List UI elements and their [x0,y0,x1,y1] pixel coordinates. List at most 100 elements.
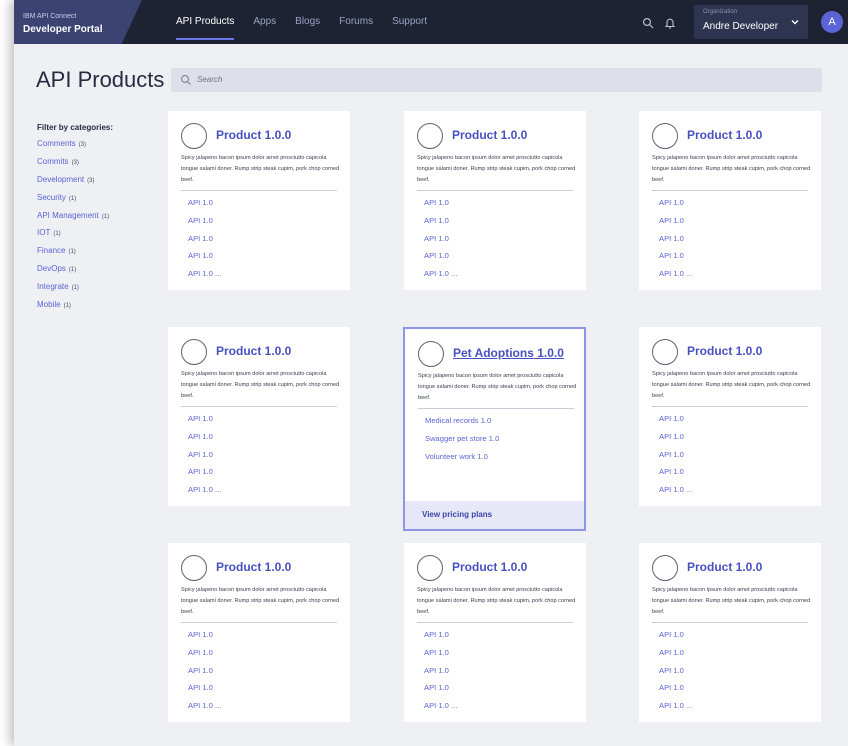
api-link[interactable]: API 1.0 [424,216,457,234]
api-link[interactable]: API 1.0 [188,648,221,666]
brand-logo[interactable]: IBM API Connect Developer Portal [14,0,142,44]
product-card[interactable]: Product 1.0.0 Spicy jalapeno bacon ipsum… [404,543,586,722]
product-card[interactable]: Product 1.0.0 Spicy jalapeno bacon ipsum… [639,543,821,722]
filter-item-development[interactable]: Development (3) [37,175,167,193]
api-link[interactable]: API 1.0 [188,683,221,701]
api-link[interactable]: API 1.0 [659,198,692,216]
filter-item-integrate[interactable]: Integrate (1) [37,282,167,300]
api-link-more[interactable]: API 1.0 ... [424,701,457,719]
filter-item-iot[interactable]: IOT (1) [37,228,167,246]
product-title[interactable]: Pet Adoptions 1.0.0 [453,346,564,360]
filter-item-api-management[interactable]: API Management (1) [37,211,167,229]
api-link-more[interactable]: API 1.0 ... [188,269,221,287]
api-link[interactable]: API 1.0 [424,666,457,684]
organization-selector[interactable]: Organization Andre Developer [694,5,808,39]
product-title[interactable]: Product 1.0.0 [216,560,291,574]
product-card-selected[interactable]: Pet Adoptions 1.0.0 Spicy jalapeno bacon… [403,327,586,531]
api-link[interactable]: API 1.0 [188,467,221,485]
api-link[interactable]: API 1.0 [659,630,692,648]
product-logo [181,555,207,581]
api-link[interactable]: API 1.0 [659,234,692,252]
api-link[interactable]: API 1.0 [659,666,692,684]
product-title[interactable]: Product 1.0.0 [687,128,762,142]
view-pricing-plans-button[interactable]: View pricing plans [405,501,584,529]
product-title[interactable]: Product 1.0.0 [687,344,762,358]
product-card[interactable]: Product 1.0.0 Spicy jalapeno bacon ipsum… [639,327,821,506]
filter-item-finance[interactable]: Finance (1) [37,246,167,264]
product-logo [652,123,678,149]
product-description: Spicy jalapeno bacon ipsum dolor amet pr… [181,371,340,399]
filter-item-security[interactable]: Security (1) [37,193,167,211]
filter-item-devops[interactable]: DevOps (1) [37,264,167,282]
filter-item-comments[interactable]: Comments (3) [37,139,167,157]
api-link-more[interactable]: API 1.0 ... [424,269,457,287]
api-link-more[interactable]: API 1.0 ... [659,701,692,719]
organization-label: Organization [703,9,738,15]
avatar[interactable]: A [821,11,843,33]
product-card[interactable]: Product 1.0.0 Spicy jalapeno bacon ipsum… [168,543,350,722]
product-description: Spicy jalapeno bacon ipsum dolor amet pr… [652,155,811,183]
api-link-more[interactable]: API 1.0 ... [659,269,692,287]
product-card[interactable]: Product 1.0.0 Spicy jalapeno bacon ipsum… [168,111,350,290]
api-link[interactable]: Medical records 1.0 [425,416,499,434]
api-link[interactable]: API 1.0 [424,198,457,216]
api-link[interactable]: API 1.0 [659,251,692,269]
product-card[interactable]: Product 1.0.0 Spicy jalapeno bacon ipsum… [404,111,586,290]
divider [181,406,337,407]
api-link[interactable]: API 1.0 [659,216,692,234]
filter-item-label: API Management [37,210,99,220]
api-link-more[interactable]: API 1.0 ... [188,485,221,503]
product-title[interactable]: Product 1.0.0 [452,128,527,142]
api-link[interactable]: API 1.0 [424,683,457,701]
api-link[interactable]: API 1.0 [188,251,221,269]
product-title[interactable]: Product 1.0.0 [216,128,291,142]
divider [181,190,337,191]
nav-blogs[interactable]: Blogs [295,0,320,44]
nav-support[interactable]: Support [392,0,427,44]
api-link[interactable]: API 1.0 [424,251,457,269]
divider [418,408,574,409]
api-link-more[interactable]: API 1.0 ... [659,485,692,503]
product-card[interactable]: Product 1.0.0 Spicy jalapeno bacon ipsum… [168,327,350,506]
api-link[interactable]: API 1.0 [659,648,692,666]
brand-title: Developer Portal [23,24,103,35]
product-title[interactable]: Product 1.0.0 [216,344,291,358]
api-link[interactable]: Volunteer work 1.0 [425,452,499,470]
api-link-more[interactable]: API 1.0 ... [188,701,221,719]
portal-window: IBM API Connect Developer Portal API Pro… [14,0,848,746]
api-link[interactable]: API 1.0 [659,450,692,468]
api-link[interactable]: API 1.0 [188,432,221,450]
nav-api-products[interactable]: API Products [176,0,235,44]
api-link[interactable]: API 1.0 [659,683,692,701]
api-link[interactable]: API 1.0 [188,414,221,432]
api-link[interactable]: API 1.0 [188,234,221,252]
filter-item-count: (1) [68,267,77,274]
search-input[interactable]: Search [171,68,822,92]
nav-forums[interactable]: Forums [339,0,373,44]
search-icon[interactable] [642,17,654,29]
organization-name: Andre Developer [703,21,779,32]
product-card[interactable]: Product 1.0.0 Spicy jalapeno bacon ipsum… [639,111,821,290]
nav-apps[interactable]: Apps [253,0,276,44]
product-title[interactable]: Product 1.0.0 [452,560,527,574]
api-list: API 1.0 API 1.0 API 1.0 API 1.0 API 1.0 … [188,630,221,719]
api-link[interactable]: API 1.0 [424,648,457,666]
filter-item-mobile[interactable]: Mobile (1) [37,300,167,318]
api-link[interactable]: API 1.0 [659,414,692,432]
category-filter: Filter by categories: Comments (3) Commit… [37,123,167,318]
api-link[interactable]: Swagger pet store 1.0 [425,434,499,452]
filter-item-commits[interactable]: Commits (3) [37,157,167,175]
api-link[interactable]: API 1.0 [188,630,221,648]
api-link[interactable]: API 1.0 [188,666,221,684]
api-link[interactable]: API 1.0 [424,234,457,252]
bell-icon[interactable] [664,17,676,29]
api-link[interactable]: API 1.0 [188,216,221,234]
product-title[interactable]: Product 1.0.0 [687,560,762,574]
api-link[interactable]: API 1.0 [659,432,692,450]
api-link[interactable]: API 1.0 [659,467,692,485]
api-link[interactable]: API 1.0 [424,630,457,648]
api-link[interactable]: API 1.0 [188,198,221,216]
api-link[interactable]: API 1.0 [188,450,221,468]
chevron-down-icon [791,20,799,25]
filter-item-count: (3) [78,142,87,148]
